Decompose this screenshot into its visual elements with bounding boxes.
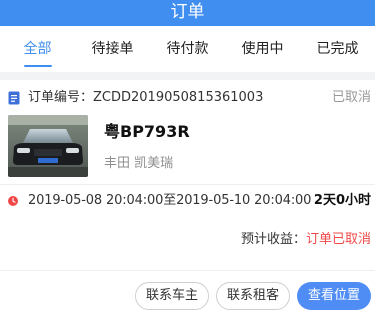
page-header: 订单 xyxy=(0,0,375,26)
income-value: 订单已取消 xyxy=(305,232,371,247)
rental-duration: 2天0小时 xyxy=(313,193,371,208)
rental-time-range: 2019-05-08 20:04:00至2019-05-10 20:04:00 xyxy=(28,193,312,208)
card-footer-divider xyxy=(0,270,375,271)
income-label: 预计收益： xyxy=(240,232,306,247)
document-icon xyxy=(8,91,20,105)
car-photo xyxy=(8,115,88,177)
contact-renter-button[interactable]: 联系租客 xyxy=(216,282,290,310)
order-tabs: 全部 待接单 待付款 使用中 已完成 xyxy=(0,26,375,72)
order-list-screen: 订单 全部 待接单 待付款 使用中 已完成 订单编号：ZCDD201905081… xyxy=(0,0,375,318)
tab-all[interactable]: 全部 xyxy=(0,26,75,72)
divider xyxy=(0,184,375,185)
order-number: 订单编号：ZCDD2019050815361003 xyxy=(28,90,264,105)
order-card[interactable]: 订单编号：ZCDD2019050815361003 已取消 粤BP793R 丰田… xyxy=(0,80,375,270)
car-model: 丰田 凯美瑞 xyxy=(104,156,174,171)
order-status: 已取消 xyxy=(331,90,371,105)
tab-pending-payment[interactable]: 待付款 xyxy=(150,26,225,72)
contact-owner-button[interactable]: 联系车主 xyxy=(135,282,209,310)
tab-pending-accept[interactable]: 待接单 xyxy=(75,26,150,72)
expected-income: 预计收益：订单已取消 xyxy=(241,230,371,250)
order-number-row: 订单编号：ZCDD2019050815361003 已取消 xyxy=(8,88,371,108)
rental-time-row: 2019-05-08 20:04:00至2019-05-10 20:04:00 … xyxy=(8,191,371,211)
tab-in-use[interactable]: 使用中 xyxy=(225,26,300,72)
license-plate: 粤BP793R xyxy=(104,122,190,141)
view-location-button[interactable]: 查看位置 xyxy=(297,282,371,310)
tab-completed[interactable]: 已完成 xyxy=(300,26,375,72)
section-gap xyxy=(0,72,375,80)
page-title: 订单 xyxy=(170,2,205,22)
clock-icon xyxy=(8,196,18,206)
